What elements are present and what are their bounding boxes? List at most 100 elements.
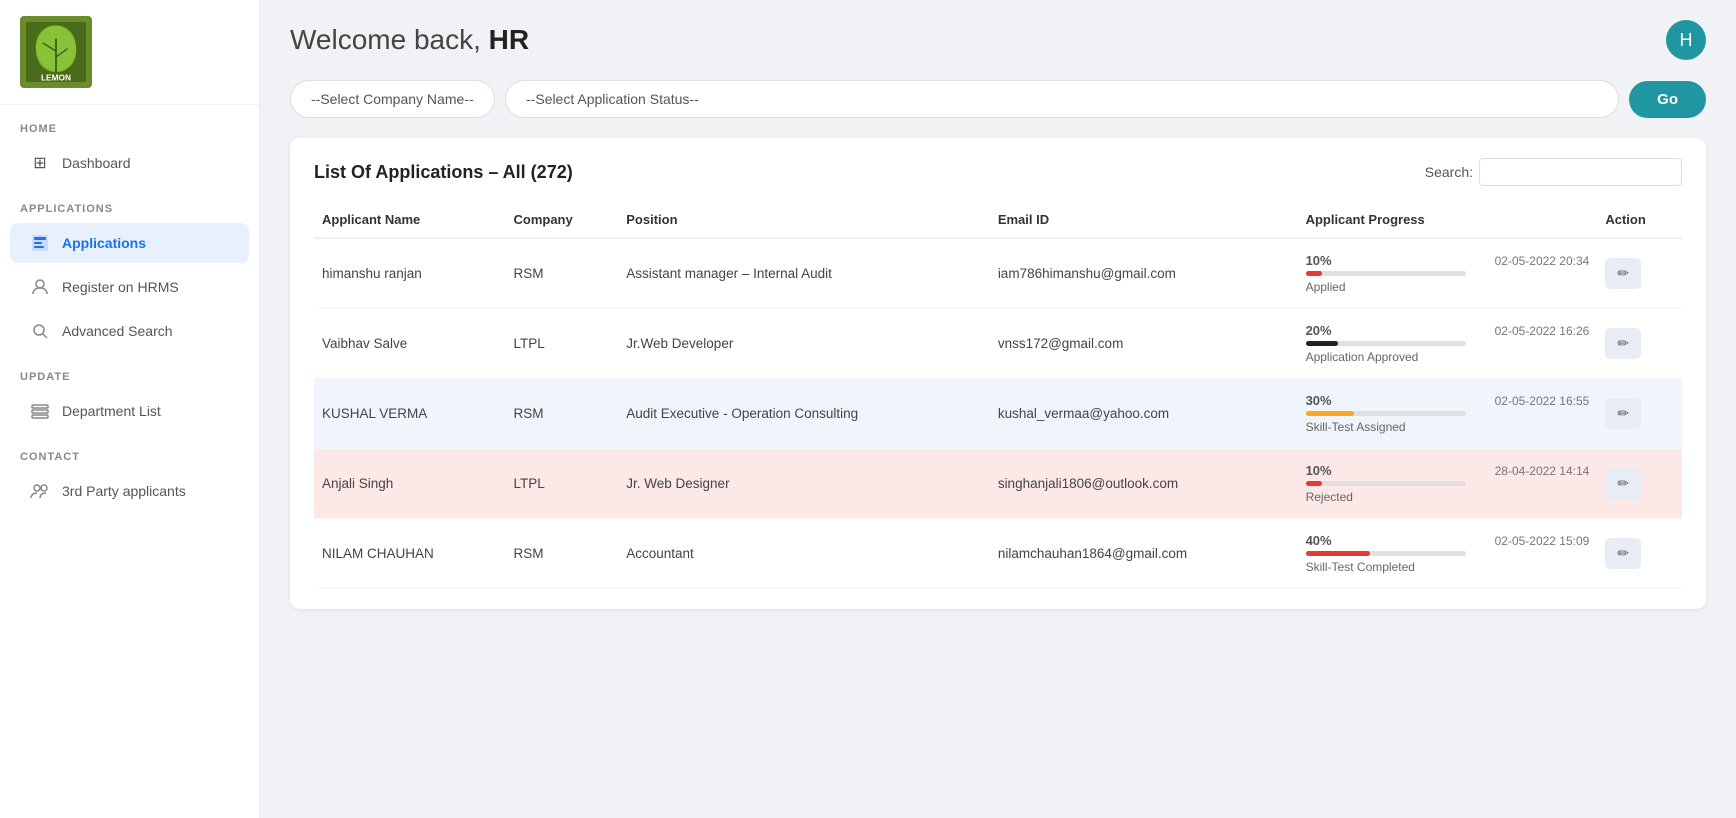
edit-button[interactable]: ✏: [1605, 258, 1641, 289]
cell-email: vnss172@gmail.com: [990, 309, 1298, 379]
progress-status: Application Approved: [1306, 350, 1590, 364]
go-button[interactable]: Go: [1629, 81, 1706, 118]
progress-status: Skill-Test Assigned: [1306, 420, 1590, 434]
col-action: Action: [1597, 202, 1682, 238]
progress-pct: 30%: [1306, 393, 1332, 408]
sidebar-item-3rd-party[interactable]: 3rd Party applicants: [10, 471, 249, 511]
progress-bar-fill: [1306, 271, 1322, 276]
progress-bar-fill: [1306, 341, 1338, 346]
cell-name: Vaibhav Salve: [314, 309, 506, 379]
main-content: Welcome back, HR H --Select Company Name…: [260, 0, 1736, 818]
sidebar-item-register-hrms[interactable]: Register on HRMS: [10, 267, 249, 307]
sidebar-item-label: Advanced Search: [62, 323, 173, 339]
register-icon: [30, 277, 50, 297]
progress-bar-track: [1306, 271, 1466, 276]
col-email: Email ID: [990, 202, 1298, 238]
progress-pct: 10%: [1306, 463, 1332, 478]
table-card: List Of Applications – All (272) Search:…: [290, 138, 1706, 609]
cell-name: Anjali Singh: [314, 449, 506, 519]
content-area: List Of Applications – All (272) Search:…: [260, 128, 1736, 818]
department-icon: [30, 401, 50, 421]
table-header-row: List Of Applications – All (272) Search:: [314, 158, 1682, 186]
sidebar-item-advanced-search[interactable]: Advanced Search: [10, 311, 249, 351]
cell-progress: 10% 28-04-2022 14:14 Rejected: [1298, 449, 1598, 519]
search-icon: [30, 321, 50, 341]
cell-position: Accountant: [618, 519, 990, 589]
table-row: NILAM CHAUHAN RSM Accountant nilamchauha…: [314, 519, 1682, 589]
cell-position: Jr.Web Developer: [618, 309, 990, 379]
progress-pct: 20%: [1306, 323, 1332, 338]
sidebar-section-contact: CONTACT: [0, 433, 259, 469]
edit-button[interactable]: ✏: [1605, 398, 1641, 429]
dashboard-icon: ⊞: [30, 153, 50, 173]
progress-status: Rejected: [1306, 490, 1590, 504]
cell-action: ✏: [1597, 519, 1682, 589]
logo-image: LEMON: [20, 16, 92, 88]
progress-bar-track: [1306, 411, 1466, 416]
table-row: KUSHAL VERMA RSM Audit Executive - Opera…: [314, 379, 1682, 449]
topbar: Welcome back, HR H: [260, 0, 1736, 70]
search-input[interactable]: [1479, 158, 1682, 186]
table-row: Vaibhav Salve LTPL Jr.Web Developer vnss…: [314, 309, 1682, 379]
progress-status: Applied: [1306, 280, 1590, 294]
cell-name: himanshu ranjan: [314, 238, 506, 309]
progress-pct: 10%: [1306, 253, 1332, 268]
search-label: Search:: [1425, 164, 1473, 180]
cell-progress: 10% 02-05-2022 20:34 Applied: [1298, 238, 1598, 309]
cell-action: ✏: [1597, 238, 1682, 309]
progress-bar-fill: [1306, 551, 1370, 556]
cell-company: RSM: [506, 519, 619, 589]
table-header: Applicant Name Company Position Email ID…: [314, 202, 1682, 238]
cell-position: Jr. Web Designer: [618, 449, 990, 519]
sidebar-section-home: HOME: [0, 105, 259, 141]
cell-position: Assistant manager – Internal Audit: [618, 238, 990, 309]
progress-date: 28-04-2022 14:14: [1495, 464, 1590, 478]
cell-email: nilamchauhan1864@gmail.com: [990, 519, 1298, 589]
sidebar-item-applications[interactable]: Applications: [10, 223, 249, 263]
cell-company: RSM: [506, 379, 619, 449]
cell-progress: 20% 02-05-2022 16:26 Application Approve…: [1298, 309, 1598, 379]
sidebar-item-label: 3rd Party applicants: [62, 483, 186, 499]
search-box: Search:: [1425, 158, 1682, 186]
col-position: Position: [618, 202, 990, 238]
table-row: himanshu ranjan RSM Assistant manager – …: [314, 238, 1682, 309]
edit-button[interactable]: ✏: [1605, 538, 1641, 569]
sidebar-section-update: UPDATE: [0, 353, 259, 389]
cell-email: singhanjali1806@outlook.com: [990, 449, 1298, 519]
progress-date: 02-05-2022 16:26: [1495, 324, 1590, 338]
table-body: himanshu ranjan RSM Assistant manager – …: [314, 238, 1682, 589]
cell-name: NILAM CHAUHAN: [314, 519, 506, 589]
progress-date: 02-05-2022 16:55: [1495, 394, 1590, 408]
sidebar-item-dashboard[interactable]: ⊞ Dashboard: [10, 143, 249, 183]
cell-email: iam786himanshu@gmail.com: [990, 238, 1298, 309]
progress-date: 02-05-2022 15:09: [1495, 534, 1590, 548]
company-select[interactable]: --Select Company Name--: [290, 80, 495, 118]
sidebar-item-label: Department List: [62, 403, 161, 419]
cell-progress: 30% 02-05-2022 16:55 Skill-Test Assigned: [1298, 379, 1598, 449]
progress-status: Skill-Test Completed: [1306, 560, 1590, 574]
applications-icon: [30, 233, 50, 253]
cell-name: KUSHAL VERMA: [314, 379, 506, 449]
cell-position: Audit Executive - Operation Consulting: [618, 379, 990, 449]
edit-button[interactable]: ✏: [1605, 468, 1641, 499]
progress-bar-fill: [1306, 411, 1354, 416]
sidebar-section-applications: APPLICATIONS: [0, 185, 259, 221]
cell-company: LTPL: [506, 449, 619, 519]
avatar[interactable]: H: [1666, 20, 1706, 60]
cell-action: ✏: [1597, 449, 1682, 519]
cell-progress: 40% 02-05-2022 15:09 Skill-Test Complete…: [1298, 519, 1598, 589]
sidebar-item-label: Dashboard: [62, 155, 131, 171]
cell-action: ✏: [1597, 379, 1682, 449]
edit-button[interactable]: ✏: [1605, 328, 1641, 359]
filter-bar: --Select Company Name-- --Select Applica…: [260, 70, 1736, 128]
welcome-heading: Welcome back, HR: [290, 24, 529, 56]
sidebar-item-department-list[interactable]: Department List: [10, 391, 249, 431]
progress-bar-track: [1306, 341, 1466, 346]
cell-email: kushal_vermaa@yahoo.com: [990, 379, 1298, 449]
sidebar: LEMON HOME ⊞ Dashboard APPLICATIONS Appl…: [0, 0, 260, 818]
progress-pct: 40%: [1306, 533, 1332, 548]
svg-text:LEMON: LEMON: [41, 72, 71, 82]
status-select[interactable]: --Select Application Status--: [505, 80, 1619, 118]
sidebar-item-label: Register on HRMS: [62, 279, 179, 295]
cell-company: LTPL: [506, 309, 619, 379]
